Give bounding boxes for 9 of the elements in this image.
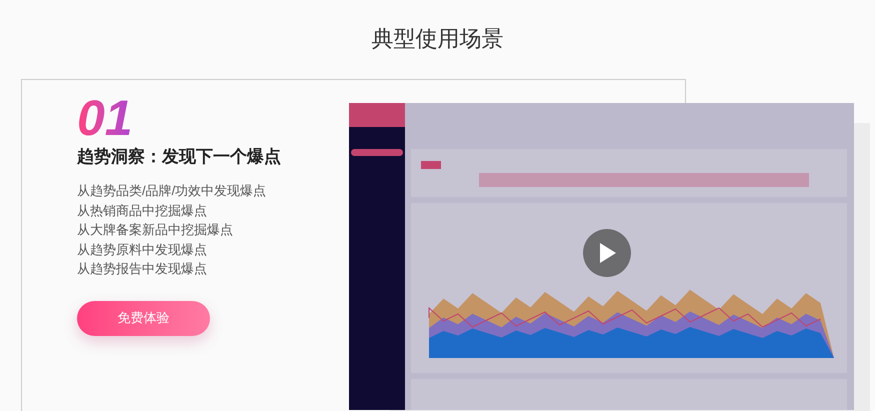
feature-heading: 趋势洞察：发现下一个爆点: [77, 146, 282, 168]
feature-point: 从趋势品类/品牌/功效中发现爆点: [77, 182, 268, 200]
feature-point: 从大牌备案新品中挖掘爆点: [77, 221, 234, 239]
free-trial-button[interactable]: 免费体验: [77, 300, 210, 336]
feature-point: 从热销商品中挖掘爆点: [77, 202, 208, 220]
feature-point: 从趋势报告中发现爆点: [77, 260, 208, 278]
section-title: 典型使用场景: [372, 25, 504, 53]
play-icon: [598, 243, 616, 263]
feature-point: 从趋势原料中发现爆点: [77, 240, 208, 258]
